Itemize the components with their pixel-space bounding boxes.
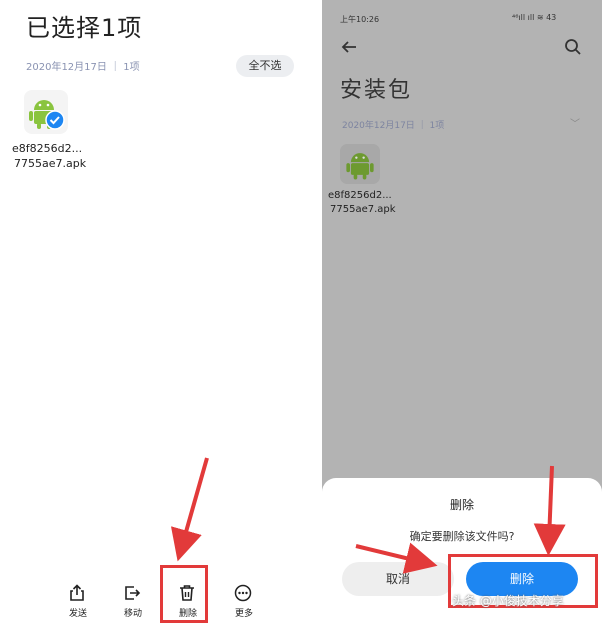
left-panel: 已选择1项 2020年12月17日 ｜ 1项 全不选 e8f8256d2... … bbox=[0, 0, 320, 623]
watermark-text: 头条 @小俊技术分享 bbox=[452, 594, 564, 608]
more-button[interactable]: 更多 bbox=[218, 584, 270, 624]
date-info: 2020年12月17日 ｜ 1项 bbox=[342, 121, 445, 131]
file-name-ext: 7755ae7.apk bbox=[14, 157, 87, 170]
status-icons: ⁴⁶ıll ıll ≋ 43 bbox=[512, 13, 557, 22]
share-icon bbox=[70, 584, 84, 601]
send-label: 发送 bbox=[68, 609, 87, 619]
file-name: e8f8256d2... bbox=[12, 142, 83, 155]
search-icon[interactable] bbox=[564, 38, 582, 56]
file-name: e8f8256d2... bbox=[328, 190, 392, 201]
android-apk-icon bbox=[24, 90, 68, 134]
send-button[interactable]: 发送 bbox=[52, 584, 104, 624]
delete-highlight-box bbox=[160, 565, 208, 623]
move-label: 移动 bbox=[123, 609, 142, 619]
chevron-down-icon[interactable]: ﹀ bbox=[570, 115, 580, 130]
dialog-message: 确定要删除该文件吗? bbox=[409, 530, 515, 543]
selection-title: 已选择1项 bbox=[26, 14, 143, 42]
move-button[interactable]: 移动 bbox=[107, 584, 159, 624]
file-item[interactable] bbox=[24, 90, 68, 134]
dialog-title: 删除 bbox=[449, 498, 474, 512]
more-icon bbox=[234, 584, 252, 602]
file-name-ext: 7755ae7.apk bbox=[330, 204, 396, 215]
page-title: 安装包 bbox=[340, 78, 413, 103]
cancel-button[interactable]: 取消 bbox=[342, 562, 454, 596]
deselect-all-button[interactable]: 全不选 bbox=[236, 55, 294, 77]
move-icon bbox=[125, 586, 141, 600]
date-info: 2020年12月17日 ｜ 1项 bbox=[26, 62, 140, 73]
back-arrow-icon[interactable] bbox=[340, 38, 358, 56]
right-panel: 上午10:26 ⁴⁶ıll ıll ≋ 43 安装包 2020年12月17日 ｜… bbox=[322, 0, 602, 623]
more-label: 更多 bbox=[234, 609, 253, 619]
file-item[interactable] bbox=[340, 144, 380, 184]
android-apk-icon bbox=[340, 144, 380, 184]
status-time: 上午10:26 bbox=[340, 15, 380, 24]
